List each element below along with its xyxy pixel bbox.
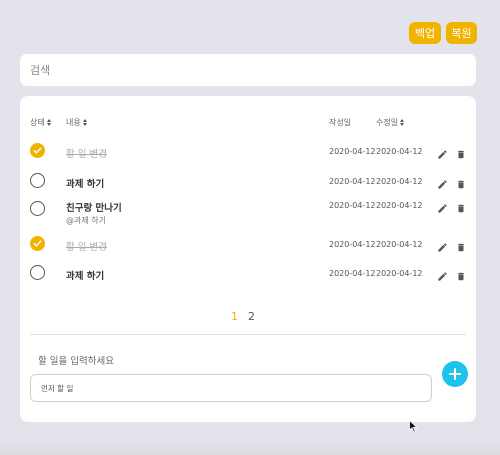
todo-reference-tag[interactable]: @과제 하기 (66, 215, 106, 226)
restore-button[interactable]: 복원 (446, 22, 477, 44)
trash-icon[interactable] (456, 199, 466, 218)
todo-card: 상태 내용 작성일 수정일 할 일 변경 2020-04-12 2020-04-12… (20, 96, 476, 422)
sort-icon (46, 119, 51, 126)
pencil-icon[interactable] (437, 267, 448, 286)
search-input[interactable] (20, 54, 476, 86)
pencil-icon[interactable] (437, 145, 448, 164)
column-header-content-label: 내용 (66, 118, 81, 127)
todo-content: 할 일 변경 (66, 149, 107, 160)
column-header-modified-label: 수정일 (376, 118, 399, 127)
divider (30, 334, 466, 335)
trash-icon[interactable] (456, 145, 466, 164)
todo-content: 친구랑 만나기 (66, 203, 122, 214)
new-todo-label: 할 일을 입력하세요 (38, 356, 114, 367)
trash-icon[interactable] (456, 238, 466, 257)
modified-date: 2020-04-12 (376, 269, 423, 278)
status-checkbox[interactable] (30, 236, 45, 251)
created-date: 2020-04-12 (329, 201, 376, 210)
pencil-icon[interactable] (437, 238, 448, 257)
page-2[interactable]: 2 (248, 310, 255, 323)
new-todo-input[interactable] (30, 374, 432, 402)
pencil-icon[interactable] (437, 175, 448, 194)
todo-content: 과제 하기 (66, 271, 105, 282)
column-header-status-label: 상태 (30, 118, 45, 127)
check-icon (33, 240, 42, 247)
column-header-created-label: 작성일 (329, 118, 352, 127)
plus-icon (449, 368, 461, 380)
sort-icon (400, 119, 405, 126)
status-checkbox[interactable] (30, 265, 45, 280)
trash-icon[interactable] (456, 175, 466, 194)
status-checkbox[interactable] (30, 173, 45, 188)
column-header-status[interactable]: 상태 (30, 117, 51, 128)
column-header-modified[interactable]: 수정일 (376, 117, 405, 128)
created-date: 2020-04-12 (329, 177, 376, 186)
created-date: 2020-04-12 (329, 147, 376, 156)
status-checkbox[interactable] (30, 143, 45, 158)
created-date: 2020-04-12 (329, 240, 376, 249)
created-date: 2020-04-12 (329, 269, 376, 278)
check-icon (33, 147, 42, 154)
modified-date: 2020-04-12 (376, 201, 423, 210)
modified-date: 2020-04-12 (376, 240, 423, 249)
backup-button[interactable]: 백업 (409, 22, 441, 44)
add-todo-button[interactable] (442, 361, 468, 387)
page-1[interactable]: 1 (231, 310, 238, 323)
mouse-cursor-icon (409, 420, 418, 433)
modified-date: 2020-04-12 (376, 147, 423, 156)
status-checkbox[interactable] (30, 201, 45, 216)
todo-content: 할 일 변경 (66, 242, 107, 253)
trash-icon[interactable] (456, 267, 466, 286)
sort-icon (82, 119, 87, 126)
column-header-content[interactable]: 내용 (66, 117, 87, 128)
modified-date: 2020-04-12 (376, 177, 423, 186)
page-bottom (0, 440, 500, 455)
todo-content: 과제 하기 (66, 179, 105, 190)
column-header-created[interactable]: 작성일 (329, 117, 351, 128)
pencil-icon[interactable] (437, 199, 448, 218)
